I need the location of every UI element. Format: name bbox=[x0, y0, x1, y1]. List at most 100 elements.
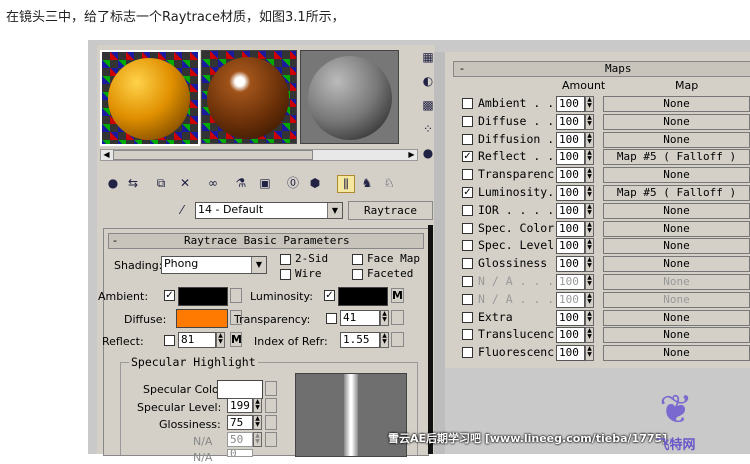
map-slot-button[interactable]: None bbox=[603, 327, 750, 344]
map-slot-button[interactable]: None bbox=[603, 256, 750, 273]
map-amount-field[interactable]: 100 bbox=[556, 185, 585, 201]
sample-slot-1[interactable] bbox=[100, 50, 200, 146]
map-amount-spinner[interactable]: ▲ ▼ bbox=[585, 131, 594, 148]
map-slot-button[interactable]: Map #5 ( Falloff ) bbox=[603, 149, 750, 166]
put-material-icon[interactable]: ⇆ bbox=[125, 175, 141, 191]
shading-chevron-down-icon[interactable]: ▼ bbox=[251, 257, 266, 273]
map-enable-checkbox[interactable] bbox=[462, 258, 473, 270]
map-amount-spinner[interactable]: ▲ ▼ bbox=[585, 327, 594, 344]
map-enable-checkbox[interactable] bbox=[462, 347, 473, 359]
map-enable-checkbox[interactable] bbox=[462, 311, 473, 323]
reflect-field[interactable]: 81 bbox=[178, 332, 216, 348]
map-enable-checkbox[interactable] bbox=[462, 98, 473, 109]
map-amount-spinner[interactable]: ▲ ▼ bbox=[585, 96, 594, 112]
ambient-lock-checkbox[interactable]: ✓ bbox=[164, 290, 175, 301]
ior-field[interactable]: 1.55 bbox=[340, 332, 380, 348]
map-amount-field[interactable]: 100 bbox=[556, 238, 585, 255]
map-enable-checkbox[interactable]: ✓ bbox=[462, 151, 473, 163]
map-amount-field[interactable]: 100 bbox=[556, 167, 585, 184]
face-map-checkbox[interactable] bbox=[352, 254, 363, 265]
map-enable-checkbox[interactable] bbox=[462, 293, 473, 305]
wire-checkbox[interactable] bbox=[280, 269, 291, 280]
map-amount-spinner[interactable]: ▲ ▼ bbox=[585, 113, 594, 130]
two-sided-checkbox[interactable] bbox=[280, 254, 291, 265]
map-amount-field[interactable]: 100 bbox=[556, 309, 585, 326]
sample-scrollbar[interactable]: ◀ ▶ bbox=[100, 149, 418, 161]
map-enable-checkbox[interactable] bbox=[462, 276, 473, 287]
map-slot-button[interactable]: None bbox=[603, 202, 750, 219]
map-slot-button[interactable]: None bbox=[603, 238, 750, 255]
map-amount-spinner[interactable]: ▲ ▼ bbox=[585, 291, 594, 308]
map-slot-button[interactable]: Map #5 ( Falloff ) bbox=[603, 185, 750, 201]
map-slot-button[interactable]: None bbox=[603, 291, 750, 308]
glossiness-field[interactable]: 75 bbox=[227, 415, 253, 430]
map-enable-checkbox[interactable] bbox=[462, 169, 473, 181]
map-slot-button[interactable]: None bbox=[603, 274, 750, 290]
material-effects-icon[interactable]: ▣ bbox=[257, 175, 273, 191]
map-amount-field[interactable]: 100 bbox=[556, 327, 585, 344]
rollout-header[interactable]: - Raytrace Basic Parameters bbox=[108, 233, 424, 249]
transparency-spinner[interactable]: ▲ ▼ bbox=[380, 310, 389, 326]
assign-material-icon[interactable]: ⧉ bbox=[153, 175, 169, 191]
map-amount-field[interactable]: 100 bbox=[556, 113, 585, 130]
reflect-spinner[interactable]: ▲ ▼ bbox=[216, 332, 225, 348]
transparency-map-button[interactable] bbox=[391, 310, 404, 325]
chevron-down-icon[interactable]: ▼ bbox=[327, 203, 342, 218]
map-slot-button[interactable]: None bbox=[603, 220, 750, 237]
material-name-dropdown[interactable]: 14 - Default ▼ bbox=[195, 202, 343, 219]
specular-level-spinner[interactable]: ▲ ▼ bbox=[253, 398, 262, 413]
map-amount-field[interactable]: 100 bbox=[556, 131, 585, 148]
reflect-map-button[interactable]: M bbox=[230, 332, 242, 347]
scroll-left-arrow[interactable]: ◀ bbox=[101, 150, 112, 160]
map-amount-spinner[interactable]: ▲ ▼ bbox=[585, 345, 594, 362]
put-library-icon[interactable]: ⚗ bbox=[233, 175, 249, 191]
map-amount-field[interactable]: 100 bbox=[556, 256, 585, 273]
reset-icon[interactable]: ✕ bbox=[177, 175, 193, 191]
reflect-checkbox[interactable] bbox=[164, 335, 175, 346]
map-amount-field[interactable]: 100 bbox=[556, 291, 585, 308]
diffuse-color-swatch[interactable] bbox=[176, 309, 228, 328]
map-slot-button[interactable]: None bbox=[603, 131, 750, 148]
show-end-result-icon[interactable]: ⬢ bbox=[307, 175, 323, 191]
ior-map-button[interactable] bbox=[391, 332, 404, 347]
sample-slot-2[interactable] bbox=[201, 50, 297, 144]
map-amount-spinner[interactable]: ▲ ▼ bbox=[585, 185, 594, 201]
maps-header[interactable]: - Maps bbox=[453, 61, 750, 77]
map-amount-spinner[interactable]: ▲ ▼ bbox=[585, 202, 594, 219]
faceted-checkbox[interactable] bbox=[352, 269, 363, 280]
ior-spinner[interactable]: ▲ ▼ bbox=[380, 332, 389, 348]
map-amount-spinner[interactable]: ▲ ▼ bbox=[585, 167, 594, 184]
show-map-icon[interactable]: ⓪ bbox=[285, 175, 301, 191]
map-amount-spinner[interactable]: ▲ ▼ bbox=[585, 238, 594, 255]
map-enable-checkbox[interactable] bbox=[462, 133, 473, 145]
map-slot-button[interactable]: None bbox=[603, 309, 750, 326]
ambient-color-swatch[interactable] bbox=[178, 287, 228, 306]
map-amount-field[interactable]: 100 bbox=[556, 345, 585, 362]
luminosity-map-button[interactable]: M bbox=[391, 288, 404, 303]
specular-color-swatch[interactable] bbox=[217, 380, 263, 399]
map-slot-button[interactable]: None bbox=[603, 96, 750, 112]
luminosity-color-swatch[interactable] bbox=[338, 287, 388, 306]
map-enable-checkbox[interactable] bbox=[462, 115, 473, 127]
map-amount-field[interactable]: 100 bbox=[556, 149, 585, 166]
go-parent-icon[interactable]: ⫼ bbox=[337, 175, 355, 193]
material-type-button[interactable]: Raytrace bbox=[348, 201, 433, 220]
map-amount-spinner[interactable]: ▲ ▼ bbox=[585, 220, 594, 237]
map-amount-spinner[interactable]: ▲ ▼ bbox=[585, 274, 594, 290]
map-amount-field[interactable]: 100 bbox=[556, 274, 585, 290]
map-amount-spinner[interactable]: ▲ ▼ bbox=[585, 256, 594, 273]
pick-material-icon[interactable]: ⁄ bbox=[174, 202, 190, 218]
specular-level-field[interactable]: 199 bbox=[227, 398, 253, 413]
map-enable-checkbox[interactable] bbox=[462, 240, 473, 252]
map-amount-spinner[interactable]: ▲ ▼ bbox=[585, 309, 594, 326]
transparency-field[interactable]: 41 bbox=[340, 310, 380, 326]
map-slot-button[interactable]: None bbox=[603, 113, 750, 130]
specular-level-map-button[interactable] bbox=[265, 398, 277, 413]
scroll-thumb[interactable] bbox=[113, 150, 313, 160]
map-slot-button[interactable]: None bbox=[603, 167, 750, 184]
map-amount-spinner[interactable]: ▲ ▼ bbox=[585, 149, 594, 166]
get-material-icon[interactable]: ● bbox=[105, 175, 121, 191]
shading-dropdown[interactable]: Phong ▼ bbox=[161, 256, 267, 274]
glossiness-spinner[interactable]: ▲ ▼ bbox=[253, 415, 262, 430]
specular-color-map-button[interactable] bbox=[265, 381, 277, 396]
